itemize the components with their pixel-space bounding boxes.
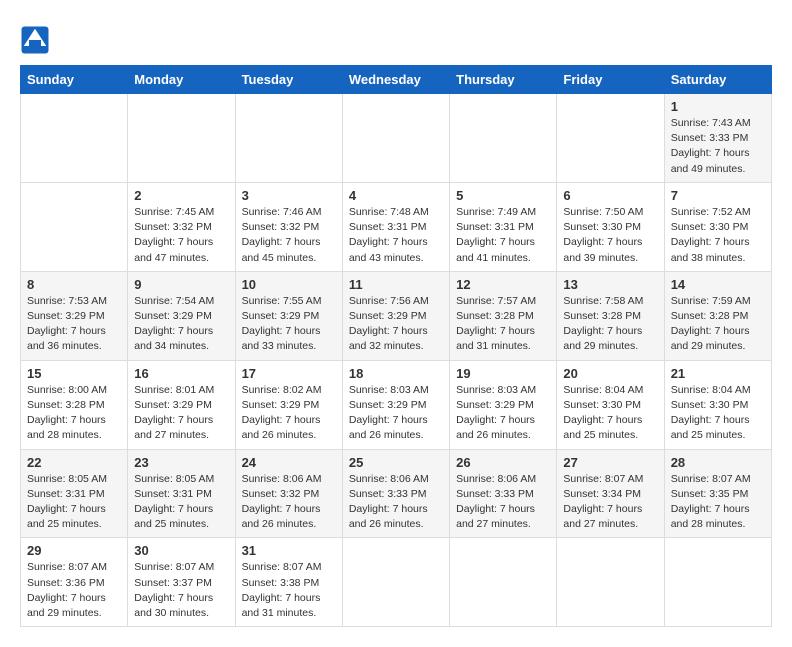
empty-cell xyxy=(450,538,557,627)
empty-cell xyxy=(557,538,664,627)
calendar-header: SundayMondayTuesdayWednesdayThursdayFrid… xyxy=(21,66,772,94)
calendar-day-20: 20Sunrise: 8:04 AMSunset: 3:30 PMDayligh… xyxy=(557,360,664,449)
calendar-day-27: 27Sunrise: 8:07 AMSunset: 3:34 PMDayligh… xyxy=(557,449,664,538)
calendar-row: 22Sunrise: 8:05 AMSunset: 3:31 PMDayligh… xyxy=(21,449,772,538)
empty-cell xyxy=(128,94,235,183)
empty-cell xyxy=(450,94,557,183)
calendar-day-22: 22Sunrise: 8:05 AMSunset: 3:31 PMDayligh… xyxy=(21,449,128,538)
calendar-day-9: 9Sunrise: 7:54 AMSunset: 3:29 PMDaylight… xyxy=(128,271,235,360)
calendar-day-12: 12Sunrise: 7:57 AMSunset: 3:28 PMDayligh… xyxy=(450,271,557,360)
header-day-monday: Monday xyxy=(128,66,235,94)
calendar-day-23: 23Sunrise: 8:05 AMSunset: 3:31 PMDayligh… xyxy=(128,449,235,538)
calendar-row: 1Sunrise: 7:43 AMSunset: 3:33 PMDaylight… xyxy=(21,94,772,183)
header-day-saturday: Saturday xyxy=(664,66,771,94)
empty-cell xyxy=(342,538,449,627)
calendar-day-30: 30Sunrise: 8:07 AMSunset: 3:37 PMDayligh… xyxy=(128,538,235,627)
empty-cell xyxy=(21,94,128,183)
calendar-day-5: 5Sunrise: 7:49 AMSunset: 3:31 PMDaylight… xyxy=(450,182,557,271)
header-day-wednesday: Wednesday xyxy=(342,66,449,94)
calendar-day-28: 28Sunrise: 8:07 AMSunset: 3:35 PMDayligh… xyxy=(664,449,771,538)
calendar-day-24: 24Sunrise: 8:06 AMSunset: 3:32 PMDayligh… xyxy=(235,449,342,538)
calendar-day-4: 4Sunrise: 7:48 AMSunset: 3:31 PMDaylight… xyxy=(342,182,449,271)
calendar-table: SundayMondayTuesdayWednesdayThursdayFrid… xyxy=(20,65,772,627)
calendar-day-13: 13Sunrise: 7:58 AMSunset: 3:28 PMDayligh… xyxy=(557,271,664,360)
header-day-sunday: Sunday xyxy=(21,66,128,94)
calendar-day-1: 1Sunrise: 7:43 AMSunset: 3:33 PMDaylight… xyxy=(664,94,771,183)
empty-cell xyxy=(557,94,664,183)
logo xyxy=(20,25,52,55)
logo-icon xyxy=(20,25,50,55)
calendar-body: 1Sunrise: 7:43 AMSunset: 3:33 PMDaylight… xyxy=(21,94,772,627)
header-day-friday: Friday xyxy=(557,66,664,94)
calendar-day-7: 7Sunrise: 7:52 AMSunset: 3:30 PMDaylight… xyxy=(664,182,771,271)
calendar-day-16: 16Sunrise: 8:01 AMSunset: 3:29 PMDayligh… xyxy=(128,360,235,449)
empty-cell xyxy=(235,94,342,183)
calendar-day-15: 15Sunrise: 8:00 AMSunset: 3:28 PMDayligh… xyxy=(21,360,128,449)
calendar-day-2: 2Sunrise: 7:45 AMSunset: 3:32 PMDaylight… xyxy=(128,182,235,271)
header xyxy=(20,20,772,55)
calendar-row: 15Sunrise: 8:00 AMSunset: 3:28 PMDayligh… xyxy=(21,360,772,449)
calendar-day-8: 8Sunrise: 7:53 AMSunset: 3:29 PMDaylight… xyxy=(21,271,128,360)
calendar-day-10: 10Sunrise: 7:55 AMSunset: 3:29 PMDayligh… xyxy=(235,271,342,360)
calendar-day-26: 26Sunrise: 8:06 AMSunset: 3:33 PMDayligh… xyxy=(450,449,557,538)
empty-cell xyxy=(342,94,449,183)
header-day-tuesday: Tuesday xyxy=(235,66,342,94)
calendar-row: 29Sunrise: 8:07 AMSunset: 3:36 PMDayligh… xyxy=(21,538,772,627)
calendar-day-21: 21Sunrise: 8:04 AMSunset: 3:30 PMDayligh… xyxy=(664,360,771,449)
calendar-day-18: 18Sunrise: 8:03 AMSunset: 3:29 PMDayligh… xyxy=(342,360,449,449)
calendar-day-29: 29Sunrise: 8:07 AMSunset: 3:36 PMDayligh… xyxy=(21,538,128,627)
header-day-thursday: Thursday xyxy=(450,66,557,94)
calendar-day-14: 14Sunrise: 7:59 AMSunset: 3:28 PMDayligh… xyxy=(664,271,771,360)
calendar-day-17: 17Sunrise: 8:02 AMSunset: 3:29 PMDayligh… xyxy=(235,360,342,449)
calendar-day-6: 6Sunrise: 7:50 AMSunset: 3:30 PMDaylight… xyxy=(557,182,664,271)
empty-sunday xyxy=(21,182,128,271)
calendar-row: 8Sunrise: 7:53 AMSunset: 3:29 PMDaylight… xyxy=(21,271,772,360)
empty-cell xyxy=(664,538,771,627)
calendar-day-25: 25Sunrise: 8:06 AMSunset: 3:33 PMDayligh… xyxy=(342,449,449,538)
calendar-day-31: 31Sunrise: 8:07 AMSunset: 3:38 PMDayligh… xyxy=(235,538,342,627)
calendar-row: 2Sunrise: 7:45 AMSunset: 3:32 PMDaylight… xyxy=(21,182,772,271)
calendar-day-3: 3Sunrise: 7:46 AMSunset: 3:32 PMDaylight… xyxy=(235,182,342,271)
header-row: SundayMondayTuesdayWednesdayThursdayFrid… xyxy=(21,66,772,94)
calendar-day-19: 19Sunrise: 8:03 AMSunset: 3:29 PMDayligh… xyxy=(450,360,557,449)
calendar-day-11: 11Sunrise: 7:56 AMSunset: 3:29 PMDayligh… xyxy=(342,271,449,360)
